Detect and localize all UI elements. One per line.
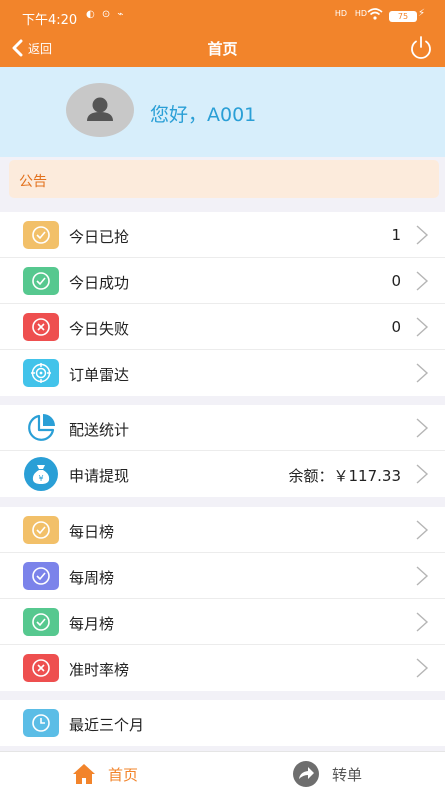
item-label: 今日失败 xyxy=(69,320,130,338)
list-item-weekly-rank[interactable]: 每周榜 xyxy=(0,553,445,599)
greeting-text: 您好，A001 xyxy=(150,104,257,126)
profile-header: 您好，A001 xyxy=(0,67,445,157)
item-label: 每月榜 xyxy=(69,615,115,633)
item-label: 每周榜 xyxy=(69,569,115,587)
status-time: 下午4:20 xyxy=(22,13,78,28)
item-label: 申请提现 xyxy=(69,467,130,485)
history-group: 最近三个月 xyxy=(0,700,445,746)
item-label: 今日已抢 xyxy=(69,228,130,246)
radar-icon xyxy=(23,359,59,387)
item-label: 最近三个月 xyxy=(69,716,145,734)
forward-icon xyxy=(293,761,319,787)
item-label: 订单雷达 xyxy=(69,366,130,384)
list-item-last-three-months[interactable]: 最近三个月 xyxy=(0,700,445,746)
item-label: 每日榜 xyxy=(69,523,115,541)
notice-label: 公告 xyxy=(19,174,47,190)
check-icon xyxy=(23,608,59,636)
user-icon xyxy=(87,97,113,121)
finance-group: 配送统计 ¥ 申请提现 余额：￥117.33 xyxy=(0,405,445,497)
check-icon xyxy=(23,267,59,295)
tab-transfer[interactable]: 转单 xyxy=(292,752,362,795)
check-icon xyxy=(23,516,59,544)
clock-icon xyxy=(23,709,59,737)
list-item-daily-rank[interactable]: 每日榜 xyxy=(0,507,445,553)
charging-icon: ⚡ xyxy=(417,8,425,19)
item-value: 1 xyxy=(391,226,401,244)
ranking-group: 每日榜 每周榜 每月榜 准时率榜 xyxy=(0,507,445,691)
tab-transfer-label: 转单 xyxy=(332,765,363,784)
status-bar: 下午4:20 ◐ ⊙ ⌁ HD HD 75 ⚡ xyxy=(0,0,445,30)
power-icon[interactable] xyxy=(407,34,435,62)
pie-chart-icon xyxy=(24,411,58,445)
chevron-right-icon xyxy=(416,520,429,540)
chevron-right-icon xyxy=(416,464,429,484)
chevron-right-icon xyxy=(416,363,429,383)
home-icon xyxy=(73,764,95,784)
tab-bar: 首页 转单 xyxy=(0,751,445,795)
tab-home[interactable]: 首页 xyxy=(72,752,138,795)
chevron-right-icon xyxy=(416,612,429,632)
list-item-ontime-rank[interactable]: 准时率榜 xyxy=(0,645,445,691)
list-item-delivery-stats[interactable]: 配送统计 xyxy=(0,405,445,451)
chevron-right-icon xyxy=(416,418,429,438)
check-icon xyxy=(23,221,59,249)
list-item-monthly-rank[interactable]: 每月榜 xyxy=(0,599,445,645)
notice-banner[interactable]: 公告 xyxy=(9,160,439,198)
battery-icon: 75 xyxy=(389,11,417,22)
money-bag-icon: ¥ xyxy=(24,457,58,491)
wifi-icon xyxy=(367,8,383,24)
status-notification-icons: ◐ ⊙ ⌁ xyxy=(86,9,126,20)
tab-home-label: 首页 xyxy=(108,765,139,784)
chevron-right-icon xyxy=(416,225,429,245)
item-label: 准时率榜 xyxy=(69,661,130,679)
chevron-right-icon xyxy=(416,566,429,586)
svg-text:¥: ¥ xyxy=(38,474,43,483)
avatar[interactable] xyxy=(66,83,134,137)
list-item-today-success[interactable]: 今日成功 0 xyxy=(0,258,445,304)
stats-group: 今日已抢 1 今日成功 0 今日失败 0 订单雷达 xyxy=(0,212,445,396)
signal-icon: HD xyxy=(334,9,347,18)
nav-bar: 返回 首页 xyxy=(0,30,445,67)
list-item-today-grabbed[interactable]: 今日已抢 1 xyxy=(0,212,445,258)
check-icon xyxy=(23,562,59,590)
close-icon xyxy=(23,313,59,341)
close-icon xyxy=(23,654,59,682)
list-item-today-failed[interactable]: 今日失败 0 xyxy=(0,304,445,350)
chevron-right-icon xyxy=(416,317,429,337)
item-label: 今日成功 xyxy=(69,274,130,292)
list-item-withdraw[interactable]: ¥ 申请提现 余额：￥117.33 xyxy=(0,451,445,497)
item-label: 配送统计 xyxy=(69,421,130,439)
signal-icon-2: HD xyxy=(354,9,367,18)
page-title: 首页 xyxy=(207,40,238,58)
balance-value: 余额：￥117.33 xyxy=(288,467,402,485)
chevron-right-icon xyxy=(416,658,429,678)
chevron-right-icon xyxy=(416,271,429,291)
item-value: 0 xyxy=(391,272,401,290)
item-value: 0 xyxy=(391,318,401,336)
list-item-order-radar[interactable]: 订单雷达 xyxy=(0,350,445,396)
